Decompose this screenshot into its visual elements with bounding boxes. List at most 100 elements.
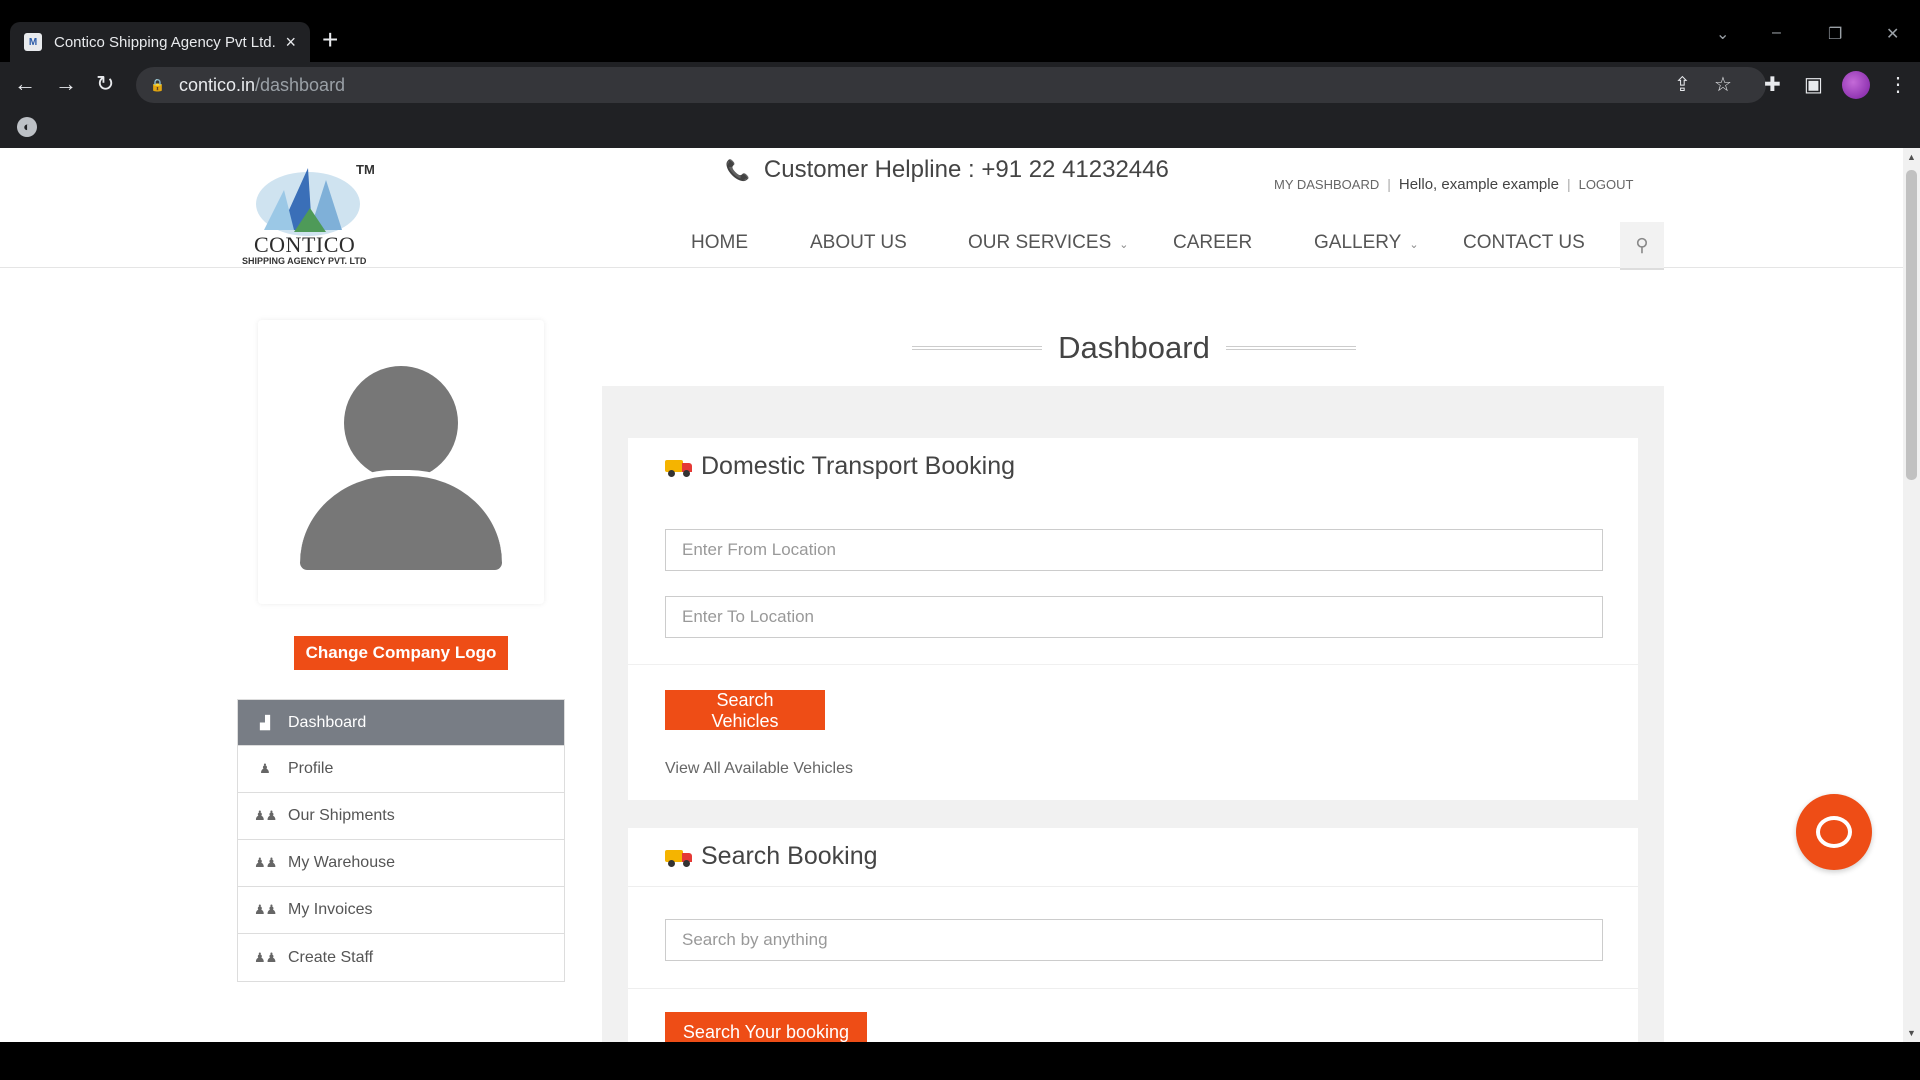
phone-icon: 📞 (725, 159, 750, 182)
chevron-down-icon: ⌄ (1119, 239, 1129, 251)
back-icon[interactable]: ← (14, 72, 36, 96)
logo-sails-icon (256, 168, 360, 236)
change-company-logo-button[interactable]: Change Company Logo (294, 636, 508, 670)
page-viewport: TM CONTICO SHIPPING AGENCY PVT. LTD 📞 Cu… (0, 148, 1903, 1042)
sidebar-item-my-warehouse[interactable]: ♟♟ My Warehouse (238, 840, 564, 887)
url-host: contico.in (178, 74, 255, 95)
browser-tab[interactable]: M Contico Shipping Agency Pvt Ltd. × (10, 22, 310, 62)
scrollbar-thumb[interactable] (1906, 170, 1917, 480)
nav-our-services-label: OUR SERVICES (968, 232, 1112, 253)
minimize-icon[interactable]: – (1772, 24, 1781, 42)
users-icon: ♟♟ (254, 949, 278, 965)
card-divider (628, 988, 1638, 989)
title-divider-left (912, 346, 1043, 350)
page-scrollbar[interactable]: ▲ ▼ (1903, 148, 1920, 1042)
avatar-placeholder-icon (344, 366, 458, 480)
my-dashboard-link[interactable]: MY DASHBOARD (1274, 177, 1379, 192)
forward-icon[interactable]: → (55, 72, 77, 96)
tab-search-icon[interactable]: ⌄ (1716, 24, 1729, 44)
page-title: Dashboard (912, 328, 1356, 368)
users-icon: ♟♟ (254, 855, 278, 870)
sidebar-item-create-staff[interactable]: ♟♟ Create Staff (238, 934, 564, 981)
sidebar-item-label: My Warehouse (288, 854, 395, 871)
url-path: /dashboard (255, 74, 346, 95)
menu-kebab-icon[interactable]: ⋮ (1888, 72, 1908, 97)
nav-our-services[interactable]: OUR SERVICES ⌄ (968, 232, 1128, 254)
extensions-icon[interactable]: ✚ (1764, 72, 1781, 97)
browser-tab-strip: M Contico Shipping Agency Pvt Ltd. × + ⌄… (0, 0, 1920, 62)
truck-icon (665, 458, 693, 477)
new-tab-icon[interactable]: + (322, 26, 338, 54)
title-divider-right (1225, 346, 1356, 350)
nav-home[interactable]: HOME (691, 232, 748, 254)
sidebar-item-our-shipments[interactable]: ♟♟ Our Shipments (238, 793, 564, 840)
site-header: TM CONTICO SHIPPING AGENCY PVT. LTD 📞 Cu… (0, 148, 1903, 270)
nav-career[interactable]: CAREER (1173, 232, 1252, 254)
lock-icon: 🔒 (150, 78, 165, 92)
card-divider (628, 886, 1638, 887)
bookmark-star-icon[interactable]: ☆ (1714, 72, 1732, 97)
to-location-input[interactable]: Enter To Location (665, 596, 1603, 638)
tab-title: Contico Shipping Agency Pvt Ltd. (54, 33, 276, 51)
restore-icon[interactable]: ❐ (1828, 24, 1842, 44)
globe-bookmark-icon[interactable]: ◐ (17, 117, 37, 137)
page-title-text: Dashboard (1058, 330, 1210, 365)
sidebar-item-dashboard[interactable]: ▟ Dashboard (238, 700, 564, 746)
sidebar-item-label: Profile (288, 760, 334, 777)
nav-gallery[interactable]: GALLERY ⌄ (1314, 232, 1419, 254)
bar-chart-icon: ▟ (260, 714, 270, 730)
logo-name: CONTICO (254, 232, 356, 257)
scroll-down-icon[interactable]: ▼ (1907, 1028, 1916, 1038)
search-icon: ⚲ (1635, 234, 1649, 255)
close-window-icon[interactable]: ✕ (1886, 24, 1899, 44)
users-icon: ♟♟ (254, 808, 278, 823)
share-icon[interactable]: ⇪ (1674, 72, 1691, 97)
site-search-button[interactable]: ⚲ (1620, 222, 1664, 270)
customer-helpline: 📞 Customer Helpline : +91 22 41232446 (725, 156, 1169, 184)
search-vehicles-button[interactable]: Search Vehicles (665, 690, 825, 731)
users-icon: ♟♟ (254, 902, 278, 917)
search-booking-heading: Search Booking (665, 842, 878, 871)
sidebar-item-my-invoices[interactable]: ♟♟ My Invoices (238, 887, 564, 934)
top-user-links: MY DASHBOARD | Hello, example example | LOGO… (1274, 176, 1634, 193)
logo-tm: TM (356, 162, 375, 177)
contico-logo[interactable]: TM CONTICO SHIPPING AGENCY PVT. LTD (240, 160, 390, 266)
hello-user-text: Hello, example example (1398, 176, 1559, 193)
sidebar-item-label: Create Staff (288, 948, 374, 966)
helpline-text: Customer Helpline : +91 22 41232446 (763, 156, 1169, 183)
company-logo-card (258, 320, 544, 604)
logout-link[interactable]: LOGOUT (1579, 177, 1634, 192)
sidebar-item-label: Our Shipments (288, 807, 395, 824)
nav-about-us[interactable]: ABOUT US (810, 232, 907, 254)
from-location-input[interactable]: Enter From Location (665, 529, 1603, 571)
side-panel-icon[interactable]: ▣ (1804, 72, 1823, 97)
sidebar-item-label: Dashboard (288, 713, 367, 731)
site-favicon-icon: M (24, 33, 42, 51)
dashboard-side-menu: ▟ Dashboard ♟ Profile ♟♟ Our Shipments ♟… (237, 699, 565, 982)
chat-bubble-icon (1816, 816, 1852, 848)
browser-toolbar: ← → ↻ 🔒 contico.in/dashboard ⇪ ☆ ✚ ▣ ⋮ (0, 62, 1920, 108)
reload-icon[interactable]: ↻ (96, 72, 114, 96)
logo-subtitle: SHIPPING AGENCY PVT. LTD (242, 256, 367, 266)
close-tab-icon[interactable]: × (285, 32, 296, 53)
user-icon: ♟ (259, 761, 271, 776)
search-booking-input[interactable]: Search by anything (665, 919, 1603, 961)
chevron-down-icon: ⌄ (1409, 239, 1419, 251)
domestic-transport-heading: Domestic Transport Booking (665, 452, 1015, 481)
search-booking-title: Search Booking (701, 842, 878, 870)
chat-widget-button[interactable] (1796, 794, 1872, 870)
nav-gallery-label: GALLERY (1314, 232, 1402, 253)
avatar-body (300, 470, 502, 570)
sidebar-item-profile[interactable]: ♟ Profile (238, 746, 564, 793)
screen-bottom-bar (0, 1042, 1920, 1080)
sidebar-item-label: My Invoices (288, 901, 373, 918)
bookmarks-bar: ◐ (0, 108, 1920, 148)
search-your-booking-button[interactable]: Search Your booking (665, 1012, 867, 1042)
view-all-vehicles-link[interactable]: View All Available Vehicles (665, 760, 853, 778)
truck-icon (665, 848, 693, 867)
profile-avatar-icon[interactable] (1842, 71, 1870, 99)
address-bar[interactable]: 🔒 contico.in/dashboard (136, 67, 1766, 103)
domestic-transport-title: Domestic Transport Booking (701, 452, 1016, 480)
scroll-up-icon[interactable]: ▲ (1907, 152, 1916, 162)
nav-contact-us[interactable]: CONTACT US (1463, 232, 1585, 254)
